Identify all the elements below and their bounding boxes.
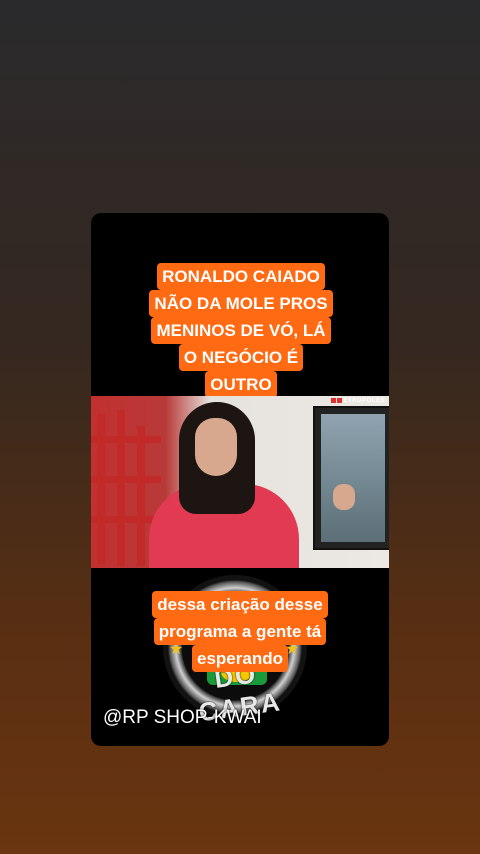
red-chair (137, 426, 145, 566)
subtitle-line: esperando (192, 645, 288, 672)
headline-line: RONALDO CAIADO (157, 263, 325, 290)
headline-line: O NEGÓCIO É (178, 344, 304, 371)
video-frame[interactable]: ETROPOLES (91, 396, 389, 568)
watermark-square-icon (331, 398, 337, 403)
subtitle-line: programa a gente tá (153, 618, 327, 645)
headline-line: OUTRO (205, 371, 277, 398)
person-face (195, 418, 237, 476)
subtitle-caption: dessa criação desse programa a gente tá … (145, 591, 335, 672)
channel-watermark: ETROPOLES (331, 398, 385, 404)
credit-watermark: @RP SHOP-KWAI (103, 707, 262, 728)
headline-line: NÃO DA MOLE PROS (149, 290, 333, 317)
red-chair (91, 476, 161, 483)
video-post-card[interactable]: RONALDO CAIADO NÃO DA MOLE PROS MENINOS … (91, 213, 389, 746)
watermark-text: ETROPOLES (343, 398, 385, 405)
headline-caption: RONALDO CAIADO NÃO DA MOLE PROS MENINOS … (141, 263, 341, 398)
subtitle-line: dessa criação desse (152, 591, 328, 618)
red-chair (117, 410, 125, 566)
background-window (313, 406, 389, 550)
watermark-square-icon (337, 398, 343, 403)
headline-line: MENINOS DE VÓ, LÁ (151, 317, 331, 344)
red-chair (91, 436, 161, 443)
person-hand (333, 484, 355, 510)
